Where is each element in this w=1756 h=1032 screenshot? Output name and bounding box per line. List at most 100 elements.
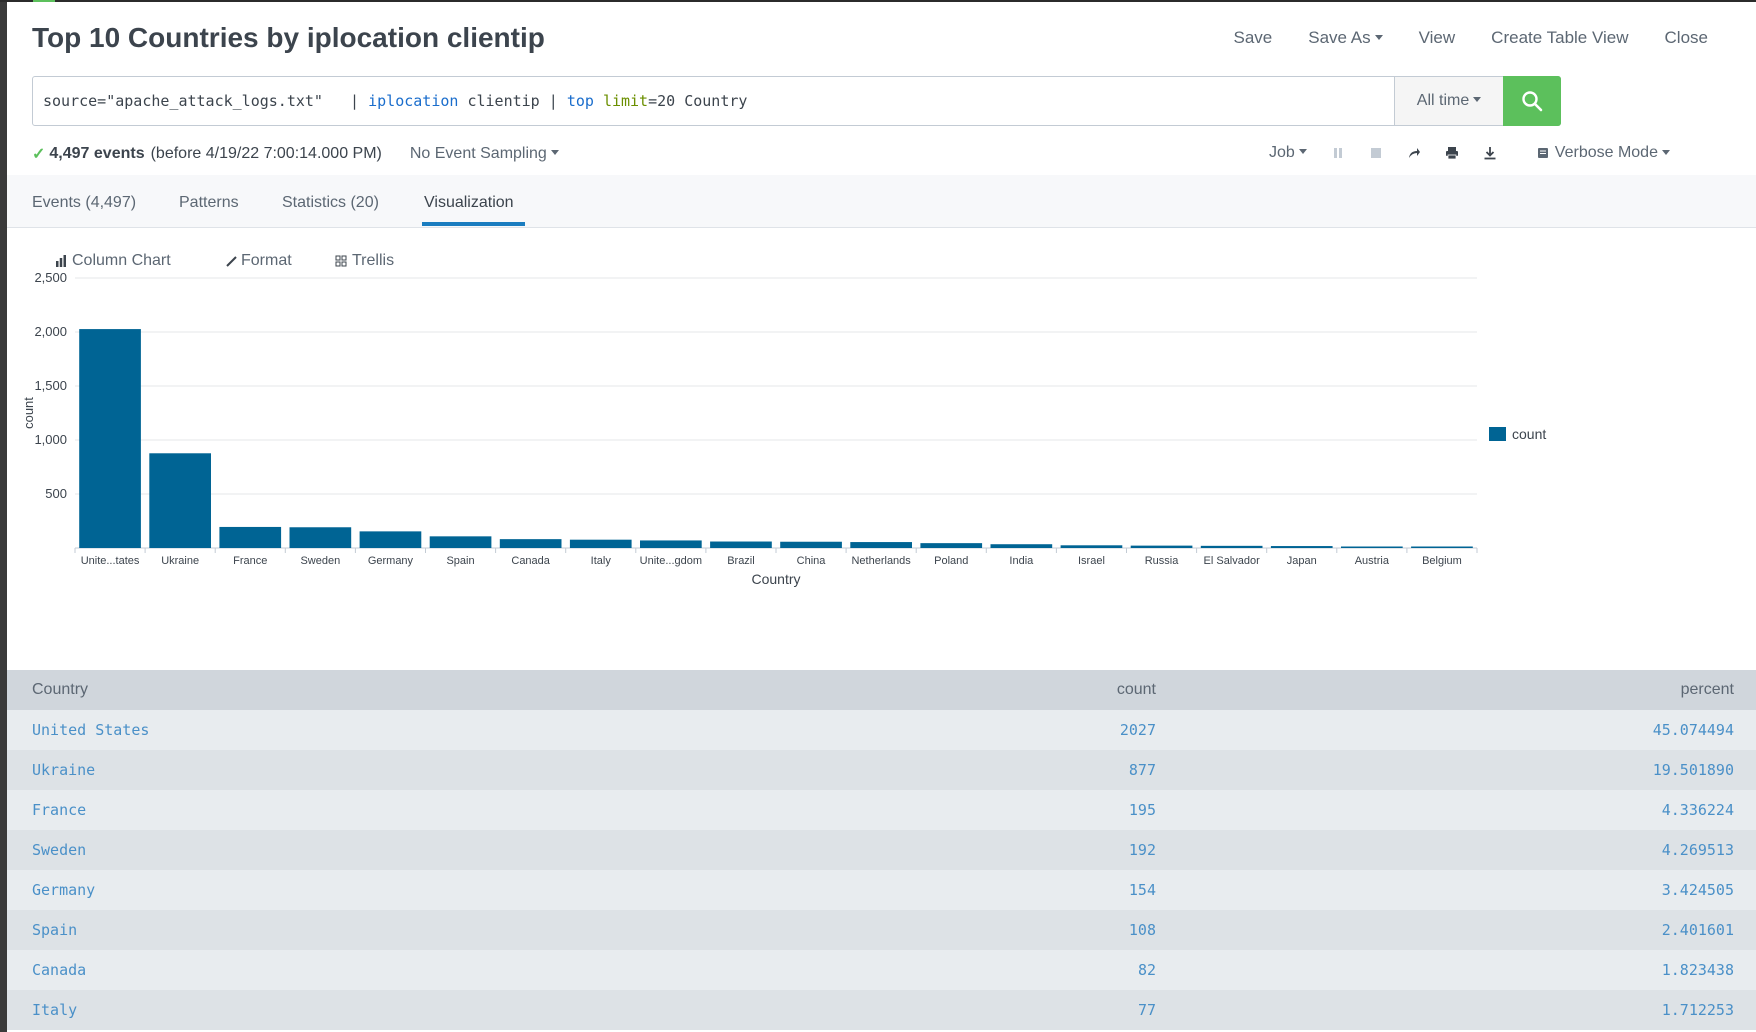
event-sampling-dropdown[interactable]: No Event Sampling — [410, 145, 559, 163]
cell-country[interactable]: Italy — [32, 1001, 77, 1019]
search-icon — [1522, 91, 1543, 112]
column-header-country[interactable]: Country — [32, 681, 88, 699]
column-chart-icon — [56, 255, 66, 267]
y-tick-label: 2,000 — [34, 324, 67, 339]
search-bar: source="apache_attack_logs.txt" | iploca… — [32, 76, 1561, 126]
x-tick-label: Russia — [1145, 555, 1180, 567]
cell-count: 2027 — [1119, 721, 1156, 739]
query-args: clientip | — [458, 92, 567, 110]
tab-statistics[interactable]: Statistics (20) — [282, 194, 379, 212]
job-status: ✓ 4,497 events (before 4/19/22 7:00:14.0… — [32, 144, 559, 164]
tab-events[interactable]: Events (4,497) — [32, 194, 136, 212]
table-row[interactable]: Italy 77 1.712253 — [7, 990, 1756, 1030]
caret-down-icon — [1374, 35, 1383, 41]
table-row[interactable]: United States 2027 45.074494 — [7, 710, 1756, 750]
cell-country[interactable]: Sweden — [32, 841, 86, 859]
caret-down-icon — [1298, 149, 1307, 155]
table-row[interactable]: Sweden 192 4.269513 — [7, 830, 1756, 870]
column-header-count[interactable]: count — [1117, 681, 1156, 699]
time-range-picker[interactable]: All time — [1394, 77, 1503, 125]
chart-type-button[interactable]: Column Chart — [55, 252, 171, 270]
x-tick-label: Brazil — [727, 555, 755, 567]
table-row[interactable]: Ukraine 877 19.501890 — [7, 750, 1756, 790]
stop-icon[interactable] — [1367, 144, 1385, 162]
x-tick-label: El Salvador — [1204, 555, 1261, 567]
bar-unite-gdom — [640, 540, 702, 548]
bar-netherlands — [850, 542, 912, 548]
time-range-label: All time — [1416, 92, 1470, 109]
save-as-button[interactable]: Save As — [1290, 28, 1400, 48]
cell-count: 82 — [1137, 961, 1156, 979]
trellis-label: Trellis — [352, 252, 395, 269]
page-title: Top 10 Countries by iplocation clientip — [32, 22, 545, 53]
bar-germany — [359, 531, 422, 548]
save-button[interactable]: Save — [1216, 28, 1291, 48]
cell-country[interactable]: Germany — [32, 881, 95, 899]
x-tick-label: India — [1009, 555, 1034, 567]
query-command-iplocation: iplocation — [368, 92, 459, 110]
search-page: Top 10 Countries by iplocation clientip … — [7, 2, 1756, 1032]
format-button[interactable]: Format — [225, 252, 292, 270]
format-label: Format — [241, 252, 292, 269]
cell-count: 108 — [1128, 921, 1156, 939]
x-tick-label: Unite...tates — [81, 555, 140, 567]
export-icon[interactable] — [1481, 144, 1499, 162]
x-tick-label: Netherlands — [851, 555, 911, 567]
x-tick-label: Belgium — [1422, 555, 1462, 567]
query-space — [594, 92, 603, 110]
save-as-label: Save As — [1308, 28, 1371, 47]
table-row[interactable]: Germany 154 3.424505 — [7, 870, 1756, 910]
bar-el-salvador — [1200, 545, 1263, 548]
share-icon[interactable] — [1405, 144, 1423, 162]
cell-percent: 4.269513 — [1661, 841, 1734, 859]
search-input[interactable]: source="apache_attack_logs.txt" | iploca… — [33, 77, 1394, 125]
job-menu[interactable]: Job — [1269, 144, 1307, 162]
caret-down-icon — [1661, 149, 1670, 155]
bar-italy — [569, 539, 632, 548]
header-actions: Save Save As View Create Table View Clos… — [1216, 28, 1727, 48]
search-mode-dropdown[interactable]: Verbose Mode — [1537, 144, 1670, 162]
y-axis-title: count — [21, 397, 36, 429]
cell-country[interactable]: United States — [32, 721, 149, 739]
bar-brazil — [710, 541, 772, 548]
job-toolbar: Job Verbose Mode — [1269, 144, 1670, 162]
cell-percent: 3.424505 — [1661, 881, 1734, 899]
table-row[interactable]: France 195 4.336224 — [7, 790, 1756, 830]
bar-canada — [499, 539, 562, 548]
cell-country[interactable]: France — [32, 801, 86, 819]
x-tick-label: Unite...gdom — [640, 555, 702, 567]
trellis-button[interactable]: Trellis — [335, 252, 394, 270]
cell-percent: 1.823438 — [1661, 961, 1734, 979]
search-button[interactable] — [1503, 76, 1561, 126]
cell-country[interactable]: Spain — [32, 921, 77, 939]
table-header: Country count percent — [7, 670, 1756, 710]
y-tick-label: 1,000 — [34, 432, 67, 447]
results-table: Country count percent United States 2027 4… — [7, 670, 1756, 1030]
bar-poland — [920, 543, 983, 548]
x-tick-label: Canada — [511, 555, 550, 567]
y-tick-label: 2,500 — [34, 272, 67, 285]
table-row[interactable]: Spain 108 2.401601 — [7, 910, 1756, 950]
tab-visualization[interactable]: Visualization — [424, 194, 514, 212]
x-tick-label: Ukraine — [161, 555, 199, 567]
bar-unite-tates — [79, 329, 141, 548]
cell-country[interactable]: Canada — [32, 961, 86, 979]
x-tick-label: Germany — [368, 555, 414, 567]
cell-country[interactable]: Ukraine — [32, 761, 95, 779]
bar-india — [990, 544, 1053, 548]
bar-ukraine — [149, 453, 211, 548]
job-label: Job — [1269, 144, 1295, 161]
legend-label: count — [1512, 426, 1546, 442]
column-header-percent[interactable]: percent — [1681, 681, 1734, 699]
bar-spain — [429, 536, 492, 548]
pause-icon[interactable] — [1329, 144, 1347, 162]
cell-percent: 4.336224 — [1661, 801, 1734, 819]
cell-count: 877 — [1128, 761, 1156, 779]
table-row[interactable]: Canada 82 1.823438 — [7, 950, 1756, 990]
bar-france — [219, 526, 282, 548]
tab-patterns[interactable]: Patterns — [179, 194, 239, 212]
view-button[interactable]: View — [1401, 28, 1474, 48]
create-table-view-button[interactable]: Create Table View — [1473, 28, 1646, 48]
close-button[interactable]: Close — [1647, 28, 1726, 48]
print-icon[interactable] — [1443, 144, 1461, 162]
